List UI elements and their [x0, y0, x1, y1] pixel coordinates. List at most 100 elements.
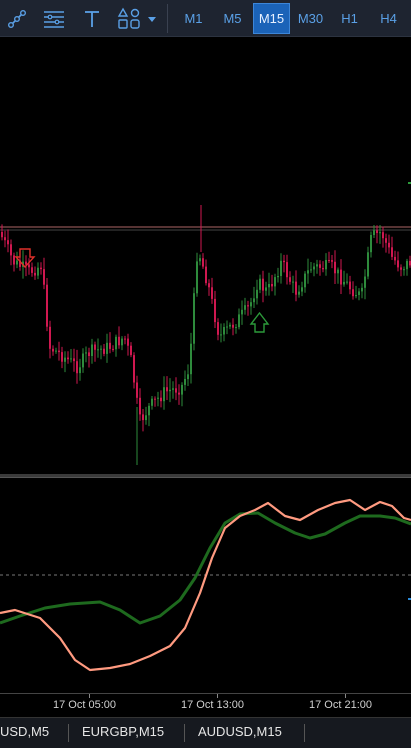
candle-body [340, 269, 342, 285]
candle-body [214, 298, 216, 323]
candle-body [211, 287, 213, 299]
candle-body [319, 264, 321, 268]
candle-body [91, 344, 93, 356]
timeframe-h4-button[interactable]: H4 [370, 3, 407, 34]
candle-body [343, 281, 345, 285]
lines-tool-button[interactable] [38, 0, 70, 37]
candle-body [85, 352, 87, 354]
candle-body [304, 273, 306, 288]
candle-body [250, 302, 252, 307]
candle-body [109, 342, 111, 349]
candle-body [52, 348, 54, 352]
candle-body [40, 267, 42, 270]
candle-body [88, 352, 90, 356]
candle-body [100, 348, 102, 350]
candle-body [142, 414, 144, 421]
symbol-tabs-bar: USD,M5 EURGBP,M15 AUDUSD,M15 [0, 717, 411, 748]
text-tool-button[interactable] [78, 0, 106, 37]
candle-body [7, 240, 9, 245]
time-axis: 17 Oct 05:00 17 Oct 13:00 17 Oct 21:00 [0, 693, 411, 717]
timeframe-h1-button[interactable]: H1 [331, 3, 368, 34]
candle-body [67, 357, 69, 360]
candle-body [316, 264, 318, 267]
symbol-tab[interactable]: AUDUSD,M15 [198, 724, 282, 739]
trendline-tool-button[interactable] [0, 0, 34, 37]
candle-body [238, 314, 240, 328]
candle-body [334, 261, 336, 274]
symbol-tab[interactable]: EURGBP,M15 [82, 724, 164, 739]
candle-body [196, 261, 198, 294]
candle-body [274, 277, 276, 287]
candle-body [178, 392, 180, 395]
candle-body [295, 281, 297, 295]
candle-body [157, 397, 159, 399]
candle-body [106, 342, 108, 354]
timeframe-m30-button[interactable]: M30 [292, 3, 329, 34]
candle-body [349, 281, 351, 290]
candle-body [313, 266, 315, 270]
time-tick [217, 694, 218, 698]
candle-body [163, 387, 165, 402]
shapes-tool-button[interactable] [114, 0, 160, 37]
timeframe-m5-button[interactable]: M5 [214, 3, 251, 34]
time-label: 17 Oct 05:00 [53, 699, 116, 711]
candle-body [328, 260, 330, 261]
candle-body [121, 338, 123, 346]
candlestick-plot [0, 182, 411, 465]
candle-body [82, 353, 84, 368]
timeframe-m1-button[interactable]: M1 [175, 3, 212, 34]
trendline-tool-icon [8, 9, 26, 28]
candle-body [55, 350, 57, 352]
candle-body [202, 258, 204, 267]
candle-body [154, 398, 156, 400]
candle-body [133, 355, 135, 383]
candle-body [358, 291, 360, 295]
candle-body [76, 361, 78, 374]
candle-body [28, 264, 30, 268]
candle-body [160, 397, 162, 402]
candle-body [136, 382, 138, 398]
candle-body [172, 388, 174, 390]
candle-body [97, 349, 99, 351]
symbol-tab[interactable]: USD,M5 [0, 724, 49, 739]
candle-body [397, 260, 399, 268]
tab-divider [184, 724, 185, 742]
candle-body [220, 334, 222, 336]
candle-body [331, 260, 333, 262]
candle-body [46, 284, 48, 327]
candle-body [271, 284, 273, 287]
candle-body [388, 242, 390, 248]
timeframe-m15-button[interactable]: M15 [253, 3, 290, 34]
candle-body [244, 305, 246, 310]
candle-body [223, 327, 225, 335]
candle-body [403, 269, 405, 271]
candle-body [16, 260, 18, 265]
candle-body [337, 269, 339, 274]
candle-body [61, 352, 63, 362]
candle-body [400, 267, 402, 270]
candle-body [298, 291, 300, 295]
candle-body [379, 232, 381, 234]
candle-body [169, 389, 171, 392]
candle-body [247, 305, 249, 307]
candle-body [217, 322, 219, 335]
candle-body [253, 298, 255, 303]
candle-body [193, 293, 195, 344]
candle-body [151, 398, 153, 406]
oscillator-pane[interactable] [0, 477, 411, 693]
lines-tool-icon [44, 10, 64, 28]
toolbar-divider [167, 4, 168, 33]
shapes-tool-icon [117, 7, 156, 29]
candle-body [391, 247, 393, 257]
candle-body [139, 397, 141, 415]
candle-body [10, 244, 12, 256]
candle-body [280, 260, 282, 276]
candle-body [355, 295, 357, 297]
candle-body [64, 357, 66, 362]
price-chart[interactable] [0, 37, 411, 474]
candle-body [289, 277, 291, 282]
candle-body [265, 287, 267, 291]
candle-body [310, 269, 312, 271]
candle-body [181, 384, 183, 395]
time-label: 17 Oct 21:00 [309, 699, 372, 711]
